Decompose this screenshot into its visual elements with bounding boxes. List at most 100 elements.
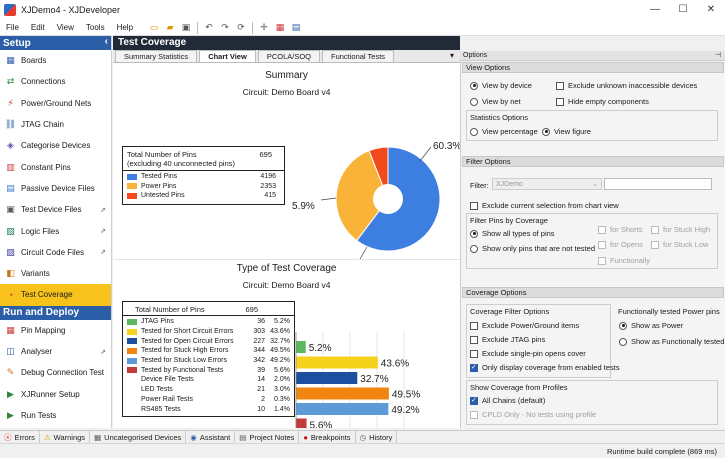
sidebar-item-passive-device-files[interactable]: ▤ Passive Device Files [0, 178, 111, 199]
chip-icon[interactable]: ▤ [289, 21, 303, 34]
tab-functional-tests[interactable]: Functional Tests [322, 50, 395, 62]
tab-project-notes[interactable]: ▤ Project Notes [235, 431, 300, 443]
redo-icon[interactable]: ↷ [218, 21, 232, 34]
hide-empty-checkbox[interactable]: Hide empty components [556, 97, 649, 106]
sidebar-item-constant-pins[interactable]: ▥ Constant Pins [0, 156, 111, 177]
for-stuck-high-checkbox[interactable]: for Stuck High [651, 225, 710, 234]
tab-warnings[interactable]: ⚠ Warnings [40, 431, 91, 443]
sidebar-item-xjrunner-setup[interactable]: ▶ XJRunner Setup [0, 383, 111, 404]
section-title: Setup [3, 37, 31, 49]
sidebar-item-power-ground-nets[interactable]: ⚡ Power/Ground Nets [0, 93, 111, 114]
tab-errors[interactable]: ⓧ Errors [0, 431, 40, 443]
tab-pcola-soq[interactable]: PCOLA/SOQ [257, 50, 320, 62]
sidebar-item-run-tests[interactable]: ▶ Run Tests [0, 405, 111, 426]
exclude-jtag-checkbox[interactable]: Exclude JTAG pins [470, 335, 545, 344]
tab-breakpoints[interactable]: ● Breakpoints [299, 431, 356, 443]
sidebar-item-pin-mapping[interactable]: ▦ Pin Mapping [0, 320, 111, 341]
sidebar-item-categorise-devices[interactable]: ◈ Categorise Devices [0, 135, 111, 156]
radio-icon [470, 97, 478, 106]
all-chains-checkbox[interactable]: All Chains (default) [470, 396, 545, 405]
collapse-sidebar-icon[interactable]: ‹ [105, 36, 108, 47]
functionally-checkbox[interactable]: Functionally [598, 256, 650, 265]
sidebar-item-debug-connection-test[interactable]: ✎ Debug Connection Test [0, 362, 111, 383]
pin-icon[interactable]: ⊣ [715, 51, 721, 61]
bar-tested-by-functional-tests[interactable] [296, 418, 307, 429]
sidebar-item-connections[interactable]: ⇄ Connections [0, 71, 111, 92]
bar-tested-for-short-circuit-errors[interactable] [296, 356, 378, 369]
external-link-icon[interactable]: ⇗ [100, 248, 106, 256]
show-all-pins-radio[interactable]: Show all types of pins [470, 229, 555, 238]
view-by-device-radio[interactable]: View by device [470, 81, 532, 90]
bar-tested-for-open-circuit-errors[interactable] [296, 372, 358, 384]
crosshair-icon[interactable]: ✛ [257, 21, 271, 34]
filter-select[interactable]: XJDemo ⌄ [492, 178, 602, 190]
menu-help[interactable]: Help [111, 20, 139, 36]
notes-icon: ▤ [239, 432, 247, 442]
view-options-header[interactable]: View Options [462, 62, 724, 73]
exclude-selection-checkbox[interactable]: Exclude current selection from chart vie… [470, 201, 619, 210]
tab-history[interactable]: ◷ History [356, 431, 398, 443]
sidebar-item-logic-files[interactable]: ▧ Logic Files ⇗ [0, 220, 111, 241]
new-project-icon[interactable]: ▭ [147, 21, 161, 34]
cpld-only-checkbox[interactable]: CPLD Only - No tests using profile [470, 410, 596, 419]
external-link-icon[interactable]: ⇗ [100, 206, 106, 214]
toolbar: ▭ ▰ ▣ ↶ ↷ ⟳ ✛ ▦ ▤ [147, 21, 303, 34]
checkbox-icon [470, 335, 478, 344]
bar-tested-for-stuck-low-errors[interactable] [296, 403, 389, 415]
menu-view[interactable]: View [51, 20, 80, 36]
sidebar-item-variants[interactable]: ◧ Variants [0, 263, 111, 284]
variants-icon: ◧ [6, 268, 15, 279]
exclude-power-checkbox[interactable]: Exclude Power/Ground items [470, 321, 579, 330]
tab-uncategorised-devices[interactable]: ▦ Uncategorised Devices [90, 431, 187, 443]
board-icon[interactable]: ▦ [273, 21, 287, 34]
for-shorts-checkbox[interactable]: for Shorts [598, 225, 643, 234]
close-button[interactable]: ✕ [697, 0, 725, 20]
view-percentage-radio[interactable]: View percentage [470, 127, 538, 136]
for-stuck-low-checkbox[interactable]: for Stuck Low [651, 240, 708, 249]
minimize-button[interactable]: — [641, 0, 669, 20]
sidebar-section-run[interactable]: Run and Deploy [0, 305, 111, 320]
sidebar-section-setup[interactable]: Setup ‹ [0, 36, 111, 50]
undo-icon[interactable]: ↶ [202, 21, 216, 34]
profiles-label: Show Coverage from Profiles [470, 383, 568, 392]
sidebar-item-test-device-files[interactable]: ▣ Test Device Files ⇗ [0, 199, 111, 220]
exclude-single-pin-checkbox[interactable]: Exclude single-pin opens cover [470, 349, 586, 358]
maximize-button[interactable]: ☐ [669, 0, 697, 20]
open-folder-icon[interactable]: ▰ [163, 21, 177, 34]
sidebar-item-jtag-chain[interactable]: ⛓ JTAG Chain [0, 114, 111, 135]
show-as-power-radio[interactable]: Show as Power [619, 321, 683, 330]
menu-file[interactable]: File [0, 20, 25, 36]
show-as-functional-radio[interactable]: Show as Functionally tested [619, 337, 724, 346]
bar-jtag-pins[interactable] [296, 341, 306, 353]
tab-overflow-icon[interactable]: ▾ [450, 51, 454, 60]
sidebar-item-analyser[interactable]: ◫ Analyser ⇗ [0, 341, 111, 362]
sidebar-item-label: JTAG Chain [21, 120, 64, 130]
external-link-icon[interactable]: ⇗ [100, 227, 106, 235]
tab-assistant[interactable]: ◉ Assistant [186, 431, 236, 443]
only-enabled-tests-checkbox[interactable]: Only display coverage from enabled tests [470, 363, 620, 372]
coverage-options-header[interactable]: Coverage Options [462, 287, 724, 298]
filter-by-coverage-label: Filter Pins by Coverage [470, 216, 548, 225]
code-icon: ▨ [6, 246, 15, 257]
menu-edit[interactable]: Edit [25, 20, 51, 36]
sidebar-item-boards[interactable]: ▦ Boards [0, 50, 111, 71]
show-untested-pins-radio[interactable]: Show only pins that are not tested [470, 244, 595, 253]
tab-chart-view[interactable]: Chart View [199, 50, 256, 62]
filter-input[interactable] [604, 178, 712, 190]
external-link-icon[interactable]: ⇗ [100, 348, 106, 356]
sidebar-item-circuit-code-files[interactable]: ▨ Circuit Code Files ⇗ [0, 242, 111, 263]
sync-icon[interactable]: ⟳ [234, 21, 248, 34]
exclude-unknown-checkbox[interactable]: Exclude unknown inaccessible devices [556, 81, 697, 90]
filter-options-header[interactable]: Filter Options [462, 156, 724, 167]
tab-summary-statistics[interactable]: Summary Statistics [115, 50, 198, 62]
sidebar-item-test-coverage[interactable]: ◔ Test Coverage [0, 284, 111, 306]
menu-tools[interactable]: Tools [80, 20, 111, 36]
view-by-net-radio[interactable]: View by net [470, 97, 521, 106]
view-figure-radio[interactable]: View figure [542, 127, 591, 136]
option-label: Show only pins that are not tested [482, 244, 595, 253]
for-opens-checkbox[interactable]: for Opens [598, 240, 643, 249]
option-label: Exclude current selection from chart vie… [482, 201, 619, 210]
save-icon[interactable]: ▣ [179, 21, 193, 34]
bar-tested-for-stuck-high-errors[interactable] [296, 387, 389, 400]
tab-label: Breakpoints [310, 432, 351, 442]
